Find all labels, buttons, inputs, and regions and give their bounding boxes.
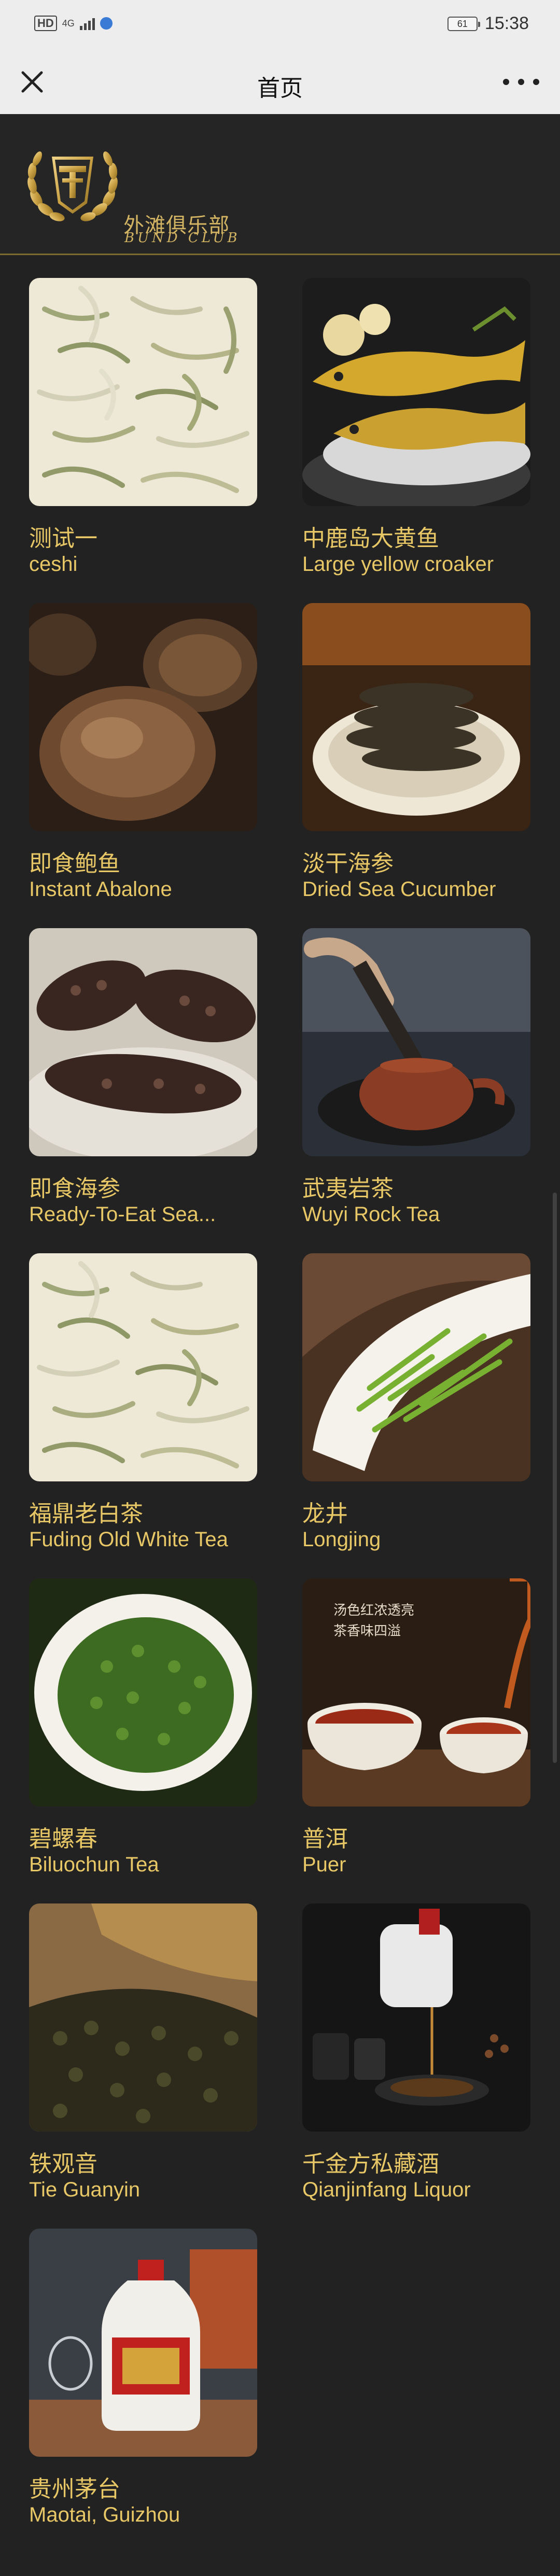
product-name-cn: 福鼎老白茶: [29, 1501, 143, 1527]
club-header: 外滩俱乐部 BUND CLUB: [0, 114, 560, 255]
product-name-cn: 龙井: [302, 1501, 348, 1527]
product-name-en: Maotai, Guizhou: [29, 2503, 180, 2526]
scrollbar[interactable]: [553, 1193, 557, 1763]
product-card[interactable]: 测试一 ceshi: [29, 278, 257, 576]
product-name-cn: 千金方私藏酒: [302, 2151, 439, 2177]
tie-guanyin-image: [29, 1903, 257, 2132]
biluochun-tea-image: [29, 1578, 257, 1807]
battery-icon: 61: [447, 16, 480, 31]
svg-text:茶香味四溢: 茶香味四溢: [333, 1623, 401, 1639]
product-name-cn: 即食鲍鱼: [29, 851, 120, 876]
product-name-en: Wuyi Rock Tea: [302, 1203, 440, 1226]
more-icon: [503, 79, 509, 85]
product-card[interactable]: 千金方私藏酒 Qianjinfang Liquor: [302, 1903, 530, 2201]
product-name-en: Fuding Old White Tea: [29, 1528, 228, 1551]
product-card[interactable]: 即食鲍鱼 Instant Abalone: [29, 603, 257, 901]
product-name-en: Large yellow croaker: [302, 553, 494, 576]
longjing-tea-image: [302, 1253, 530, 1481]
svg-text:汤色红浓透亮: 汤色红浓透亮: [333, 1603, 414, 1618]
title-bar: 首页: [0, 50, 560, 114]
product-card[interactable]: 中鹿岛大黄鱼 Large yellow croaker: [302, 278, 530, 576]
product-name-en: Puer: [302, 1853, 346, 1876]
product-card[interactable]: 福鼎老白茶 Fuding Old White Tea: [29, 1253, 257, 1551]
fuding-white-tea-image: [29, 1253, 257, 1481]
logo-text-en: BUND CLUB: [124, 230, 241, 246]
product-name-en: Qianjinfang Liquor: [302, 2178, 471, 2201]
product-card[interactable]: 碧螺春 Biluochun Tea: [29, 1578, 257, 1876]
product-name-en: Dried Sea Cucumber: [302, 878, 496, 901]
yellow-croaker-image: [302, 278, 530, 506]
dried-sea-cucumber-image: [302, 603, 530, 831]
product-card[interactable]: 贵州茅台 Maotai, Guizhou: [29, 2229, 257, 2526]
status-left: HD 4G: [34, 16, 113, 31]
sea-cucumber-image: [29, 928, 257, 1156]
product-name-en: Tie Guanyin: [29, 2178, 141, 2201]
product-name-cn: 测试一: [29, 526, 97, 551]
product-name-cn: 武夷岩茶: [302, 1176, 394, 1201]
page-title: 首页: [257, 76, 303, 101]
product-name-cn: 普洱: [302, 1826, 348, 1852]
network-type: 4G: [62, 18, 75, 29]
product-name-cn: 即食海参: [29, 1176, 120, 1201]
bund-club-logo[interactable]: 外滩俱乐部 BUND CLUB: [21, 136, 244, 246]
product-name-cn: 铁观音: [29, 2151, 97, 2177]
wuyi-rock-tea-image: [302, 928, 530, 1156]
product-card[interactable]: 铁观音 Tie Guanyin: [29, 1903, 257, 2201]
product-name-en: Biluochun Tea: [29, 1853, 159, 1876]
status-bar: HD 4G 61 15:38: [0, 0, 560, 50]
product-name-cn: 淡干海参: [302, 851, 394, 876]
product-name-en: Longjing: [302, 1528, 381, 1551]
more-button[interactable]: [503, 72, 539, 92]
product-name-en: Ready-To-Eat Sea...: [29, 1203, 216, 1226]
signal-icon: [79, 17, 95, 30]
product-name-en: ceshi: [29, 553, 78, 576]
product-name-cn: 碧螺春: [29, 1826, 97, 1852]
product-name-en: Instant Abalone: [29, 878, 172, 901]
status-right: 61 15:38: [447, 13, 529, 34]
laurel-logo-icon: [27, 151, 118, 221]
maotai-image: [29, 2229, 257, 2457]
abalone-image: [29, 603, 257, 831]
white-tea-image: [29, 278, 257, 506]
product-card[interactable]: 即食海参 Ready-To-Eat Sea...: [29, 928, 257, 1226]
product-card[interactable]: 武夷岩茶 Wuyi Rock Tea: [302, 928, 530, 1226]
app-notification-icon: [100, 17, 113, 30]
clock: 15:38: [484, 13, 529, 33]
product-name-cn: 中鹿岛大黄鱼: [302, 526, 439, 551]
liquor-image: [302, 1903, 530, 2132]
product-card[interactable]: 龙井 Longjing: [302, 1253, 530, 1551]
puer-tea-image: 汤色红浓透亮 茶香味四溢: [302, 1578, 530, 1807]
product-card[interactable]: 淡干海参 Dried Sea Cucumber: [302, 603, 530, 901]
product-name-cn: 贵州茅台: [29, 2476, 120, 2502]
hd-indicator: HD: [34, 16, 57, 31]
product-card[interactable]: 汤色红浓透亮 茶香味四溢 普洱 Puer: [302, 1578, 530, 1876]
